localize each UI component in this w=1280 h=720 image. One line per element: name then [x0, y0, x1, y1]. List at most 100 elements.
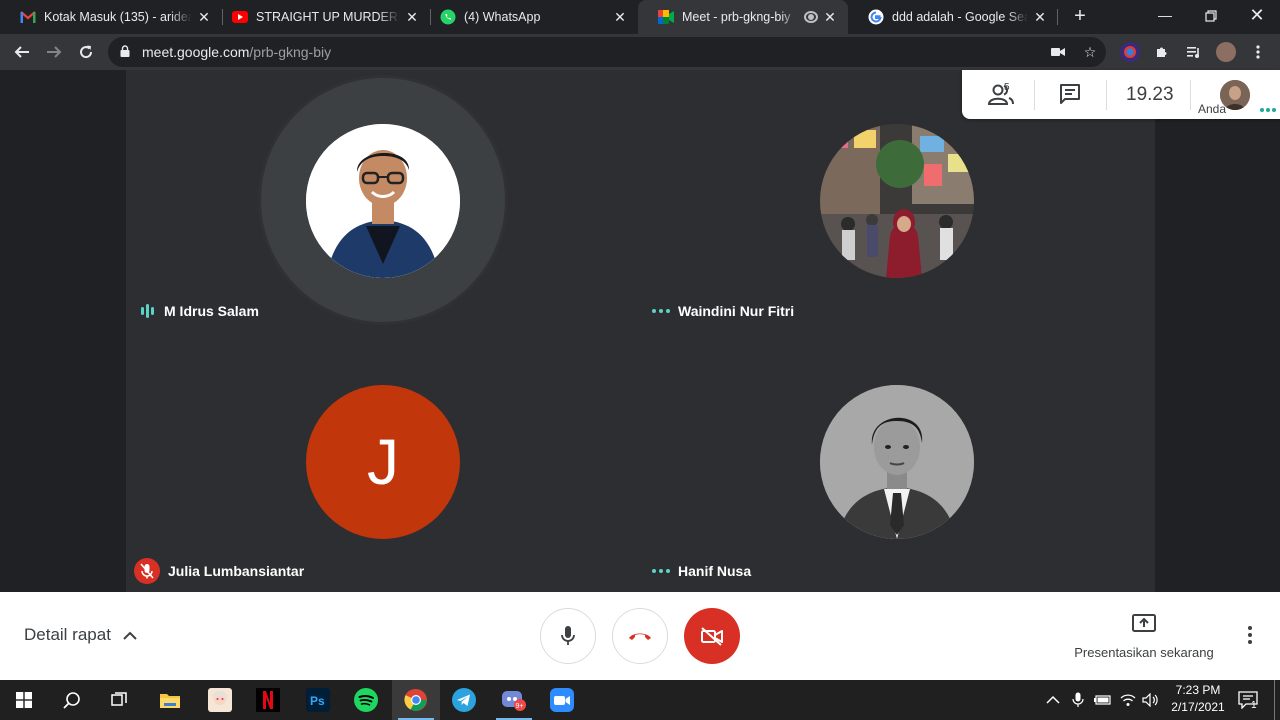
forward-button[interactable] — [40, 38, 68, 66]
restore-icon[interactable] — [1188, 0, 1234, 34]
present-now-button[interactable]: Presentasikan sekarang — [1072, 614, 1216, 660]
extensions-puzzle-icon[interactable] — [1152, 42, 1172, 62]
close-icon[interactable]: ✕ — [196, 9, 212, 26]
avatar — [820, 124, 974, 278]
start-button[interactable] — [0, 680, 48, 720]
back-button[interactable] — [8, 38, 36, 66]
url-path: /prb-gkng-biy — [249, 44, 332, 60]
battery-icon[interactable] — [1094, 680, 1112, 720]
divider — [1190, 80, 1191, 110]
participant-label: Julia Lumbansiantar — [134, 558, 304, 584]
minimize-icon[interactable]: — — [1142, 0, 1188, 34]
taskbar-app-file-explorer[interactable] — [146, 680, 194, 720]
extension-color-icon[interactable] — [1120, 42, 1140, 62]
whatsapp-icon — [440, 9, 456, 25]
taskbar-app-discord[interactable]: 9+ — [490, 680, 538, 720]
tab-meet[interactable]: Meet - prb-gkng-biy ✕ — [638, 0, 848, 34]
camera-toggle-button[interactable] — [684, 608, 740, 664]
taskbar-app-telegram[interactable] — [440, 680, 488, 720]
close-icon[interactable]: ✕ — [822, 9, 838, 26]
taskbar-app-spotify[interactable] — [342, 680, 390, 720]
taskbar-app-chrome[interactable] — [392, 680, 440, 720]
participant-name: M Idrus Salam — [164, 303, 259, 319]
close-icon[interactable]: ✕ — [1032, 9, 1048, 26]
taskbar-search-button[interactable] — [48, 680, 96, 720]
folder-icon — [160, 694, 180, 708]
chrome-icon — [404, 688, 427, 711]
new-tab-button[interactable]: + — [1068, 5, 1092, 29]
meeting-stage: M Idrus Salam Waindini Nur Fitri J Julia… — [0, 70, 1280, 592]
tab-youtube[interactable]: STRAIGHT UP MURDERING ✕ — [212, 0, 430, 34]
meet-icon — [658, 9, 674, 25]
audio-idle-icon — [652, 569, 670, 573]
self-label: Anda — [1198, 102, 1227, 116]
browser-toolbar: meet.google.com/prb-gkng-biy ☆ — [0, 34, 1280, 70]
tray-microphone-icon[interactable] — [1072, 680, 1084, 720]
tab-whatsapp[interactable]: (4) WhatsApp ✕ — [420, 0, 638, 34]
more-options-icon[interactable] — [1240, 626, 1260, 646]
self-view-avatar[interactable] — [1220, 80, 1250, 110]
participant-tile[interactable]: Hanif Nusa — [640, 332, 1152, 592]
leave-call-button[interactable] — [612, 608, 668, 664]
tab-title: Kotak Masuk (135) - arideat — [44, 10, 192, 24]
tray-overflow-icon[interactable] — [1046, 680, 1060, 720]
reload-button[interactable] — [72, 38, 100, 66]
tab-separator — [1057, 9, 1058, 25]
microphone-button[interactable] — [540, 608, 596, 664]
taskbar-app-zoom[interactable] — [538, 680, 586, 720]
bookmark-star-icon[interactable]: ☆ — [1080, 42, 1100, 62]
people-icon[interactable] — [986, 82, 1018, 106]
participant-tile[interactable]: M Idrus Salam — [126, 70, 638, 330]
avatar: J — [306, 385, 460, 539]
address-bar[interactable]: meet.google.com/prb-gkng-biy ☆ — [108, 37, 1106, 67]
notification-count: 1 — [1251, 700, 1257, 711]
self-audio-idle-icon — [1260, 108, 1276, 112]
divider — [1034, 80, 1035, 110]
taskbar-app-photoshop[interactable]: Ps — [294, 680, 342, 720]
chat-icon[interactable] — [1058, 83, 1082, 105]
volume-icon[interactable] — [1142, 680, 1160, 720]
anime-app-icon — [208, 688, 232, 712]
windows-taskbar: Ps 9+ 7:23 PM 2/17/2021 1 — [0, 680, 1280, 720]
participant-name: Hanif Nusa — [678, 563, 752, 579]
audio-idle-icon — [652, 309, 670, 313]
meeting-controls-bar: Detail rapat Presentasikan sekarang — [0, 592, 1280, 680]
taskbar-clock[interactable]: 7:23 PM 2/17/2021 — [1160, 682, 1236, 716]
chrome-menu-icon[interactable] — [1248, 42, 1268, 62]
avatar — [820, 385, 974, 539]
taskbar-app-netflix[interactable] — [244, 680, 292, 720]
profile-avatar[interactable] — [1216, 42, 1236, 62]
close-window-icon[interactable]: ✕ — [1234, 0, 1280, 34]
lock-icon — [120, 45, 130, 57]
recording-icon — [804, 11, 818, 23]
meeting-details-button[interactable]: Detail rapat — [24, 625, 137, 645]
svg-text:9+: 9+ — [516, 703, 524, 710]
tab-gmail[interactable]: Kotak Masuk (135) - arideat ✕ — [0, 0, 222, 34]
media-control-icon[interactable] — [1184, 42, 1204, 62]
discord-icon: 9+ — [502, 691, 526, 711]
taskbar-app-image[interactable] — [196, 680, 244, 720]
notification-center-icon[interactable]: 1 — [1238, 680, 1260, 720]
windows-logo-icon — [16, 692, 32, 708]
avatar-initial: J — [367, 426, 399, 498]
svg-text:Ps: Ps — [310, 694, 325, 708]
telegram-icon — [452, 688, 476, 712]
participant-label: M Idrus Salam — [138, 299, 259, 323]
clock-date: 2/17/2021 — [1171, 700, 1225, 714]
participant-name: Waindini Nur Fitri — [678, 303, 795, 319]
wifi-icon[interactable] — [1120, 680, 1136, 720]
close-icon[interactable]: ✕ — [612, 9, 628, 26]
tab-title: Meet - prb-gkng-biy — [682, 10, 791, 24]
camera-off-icon — [701, 627, 723, 646]
participant-tile[interactable]: J Julia Lumbansiantar — [126, 332, 638, 592]
tab-google-search[interactable]: ddd adalah - Google Search ✕ — [848, 0, 1058, 34]
audio-level-icon — [138, 304, 156, 318]
show-desktop-divider[interactable] — [1274, 680, 1275, 720]
youtube-icon — [232, 9, 248, 25]
tab-title: ddd adalah - Google Search — [892, 10, 1028, 24]
task-view-button[interactable] — [96, 680, 144, 720]
meeting-info-panel: 5 19.23 Anda — [962, 70, 1280, 119]
close-icon[interactable]: ✕ — [404, 9, 420, 26]
camera-in-use-icon[interactable] — [1048, 42, 1068, 62]
tab-title: STRAIGHT UP MURDERING — [256, 10, 400, 24]
